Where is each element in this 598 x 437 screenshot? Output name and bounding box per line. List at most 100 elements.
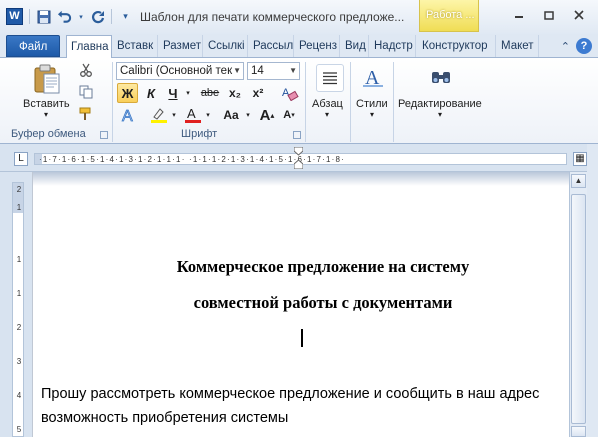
title-bar: W ▾ ▾ Шаблон для печати коммерческого пр… [0,0,598,36]
highlight-dropdown-icon[interactable]: ▾ [170,105,178,125]
vruler-number: 5 [16,425,22,434]
underline-button[interactable]: Ч [164,83,182,103]
shrink-font-button[interactable]: A ▾ [280,105,298,125]
paragraph-button-label[interactable]: Абзац [312,98,343,110]
tab-references[interactable]: Ссылкі [204,35,248,57]
document-title-line-2: совместной работы с документами [193,293,453,312]
divider [305,62,306,142]
change-case-button[interactable]: Aa [218,105,244,125]
subscript-button[interactable]: x₂ [225,83,245,103]
chevron-down-icon: ▼ [289,66,297,75]
vruler-number: 1 [16,255,22,264]
font-size-value: 14 [251,65,264,77]
svg-text:A: A [122,108,133,124]
tab-addins[interactable]: Надстр [370,35,416,57]
divider [112,62,113,142]
document-body-line-2: возможность приобретения системы [41,410,289,426]
context-tab-table-tools[interactable]: Работа ... [419,0,479,32]
format-painter-icon[interactable] [78,106,94,122]
word-app-icon[interactable]: W [6,8,23,25]
font-color-icon[interactable]: A [182,105,204,125]
editing-button-label[interactable]: Редактирование [398,98,482,110]
paste-button-label[interactable]: Вставить [23,98,70,110]
bold-button[interactable]: Ж [117,83,138,103]
clear-formatting-icon[interactable]: A [279,83,301,103]
highlight-icon[interactable] [148,105,170,125]
minimize-button[interactable] [506,6,532,24]
clipboard-group-label: Буфер обмена [11,128,86,140]
font-launcher-icon[interactable] [293,131,301,139]
font-size-combo[interactable]: 14 ▼ [247,62,300,80]
vertical-scrollbar[interactable]: ▲ [569,172,587,437]
editing-dropdown-icon[interactable]: ▾ [438,110,442,119]
vruler-number: 4 [16,391,22,400]
scroll-down-icon[interactable] [571,426,586,437]
text-effects-icon[interactable]: A [118,105,140,125]
tab-design[interactable]: Конструктор [418,35,496,57]
window-title: Шаблон для печати коммерческого предложе… [140,10,405,24]
minimize-ribbon-icon[interactable]: ⌃ [561,40,570,53]
redo-icon[interactable] [90,9,105,24]
vertical-ruler[interactable]: 2 1 1 1 2 3 4 5 [12,182,24,437]
document-body-line-1: Прошу рассмотреть коммерческое предложен… [41,386,540,402]
paragraph-icon[interactable] [316,64,344,92]
grow-font-button[interactable]: A ▴ [258,105,276,125]
help-icon[interactable]: ? [576,38,592,54]
divider [111,9,112,24]
tab-review[interactable]: Реценз [295,35,340,57]
tab-selector-icon[interactable]: L [14,152,28,166]
vruler-number: 3 [16,357,22,366]
close-button[interactable] [566,6,592,24]
customize-qat-icon[interactable]: ▾ [118,9,133,24]
save-icon[interactable] [36,9,51,24]
document-title-line-1: Коммерческое предложение на систему [176,257,470,276]
grow-font-label: A [259,106,271,124]
strikethrough-button[interactable]: abe [198,83,222,103]
styles-button-label[interactable]: Стили [356,98,388,110]
vruler-number: 2 [16,323,22,332]
ribbon: Вставить ▾ Буфер обмена Calibri (Основно… [0,58,598,144]
tab-home[interactable]: Главна [66,35,112,59]
clipboard-launcher-icon[interactable] [100,131,108,139]
underline-dropdown-icon[interactable]: ▾ [183,83,193,103]
scrollbar-thumb[interactable] [571,194,586,424]
grow-arrow-icon: ▴ [270,110,275,120]
italic-button[interactable]: К [142,83,160,103]
styles-dropdown-icon[interactable]: ▾ [370,110,374,119]
svg-text:A: A [187,106,196,121]
chevron-down-icon: ▼ [233,66,241,75]
scroll-up-icon[interactable]: ▲ [571,174,586,188]
tab-insert[interactable]: Вставк [113,35,158,57]
font-color-dropdown-icon[interactable]: ▾ [204,105,212,125]
clipboard-paste-icon[interactable] [32,63,62,94]
paste-dropdown-icon[interactable]: ▾ [44,110,48,119]
page-top-edge [33,172,570,186]
view-ruler-icon[interactable]: ▦ [573,152,587,166]
document-page[interactable]: Коммерческое предложение на систему совм… [32,172,570,437]
text-cursor [301,329,303,347]
tab-mailings[interactable]: Рассыл [249,35,294,57]
font-name-combo[interactable]: Calibri (Основной тек ▼ [116,62,244,80]
undo-icon[interactable] [57,9,72,24]
styles-icon[interactable]: A [359,62,387,92]
tab-file[interactable]: Файл [6,35,61,57]
restore-button[interactable] [536,6,562,24]
window-right-edge [587,144,598,437]
tab-view[interactable]: Вид [341,35,369,57]
undo-dropdown-icon[interactable]: ▾ [78,9,84,24]
change-case-dropdown-icon[interactable]: ▾ [244,105,252,125]
tab-table-layout[interactable]: Макет [497,35,539,57]
vruler-number: 1 [16,289,22,298]
vertical-ruler-area: 2 1 1 1 2 3 4 5 [0,172,32,437]
window-controls [506,6,592,24]
cut-icon[interactable] [78,62,94,78]
binoculars-icon[interactable] [428,64,454,90]
copy-icon[interactable] [78,84,94,100]
superscript-button[interactable]: x² [248,83,268,103]
indent-marker-icon[interactable] [293,146,304,170]
ribbon-tabs: Файл Главна Вставк Размет Ссылкі Рассыл … [0,34,598,59]
paragraph-dropdown-icon[interactable]: ▾ [325,110,329,119]
vruler-number: 1 [16,203,22,212]
divider [350,62,351,142]
tab-layout[interactable]: Размет [159,35,203,57]
